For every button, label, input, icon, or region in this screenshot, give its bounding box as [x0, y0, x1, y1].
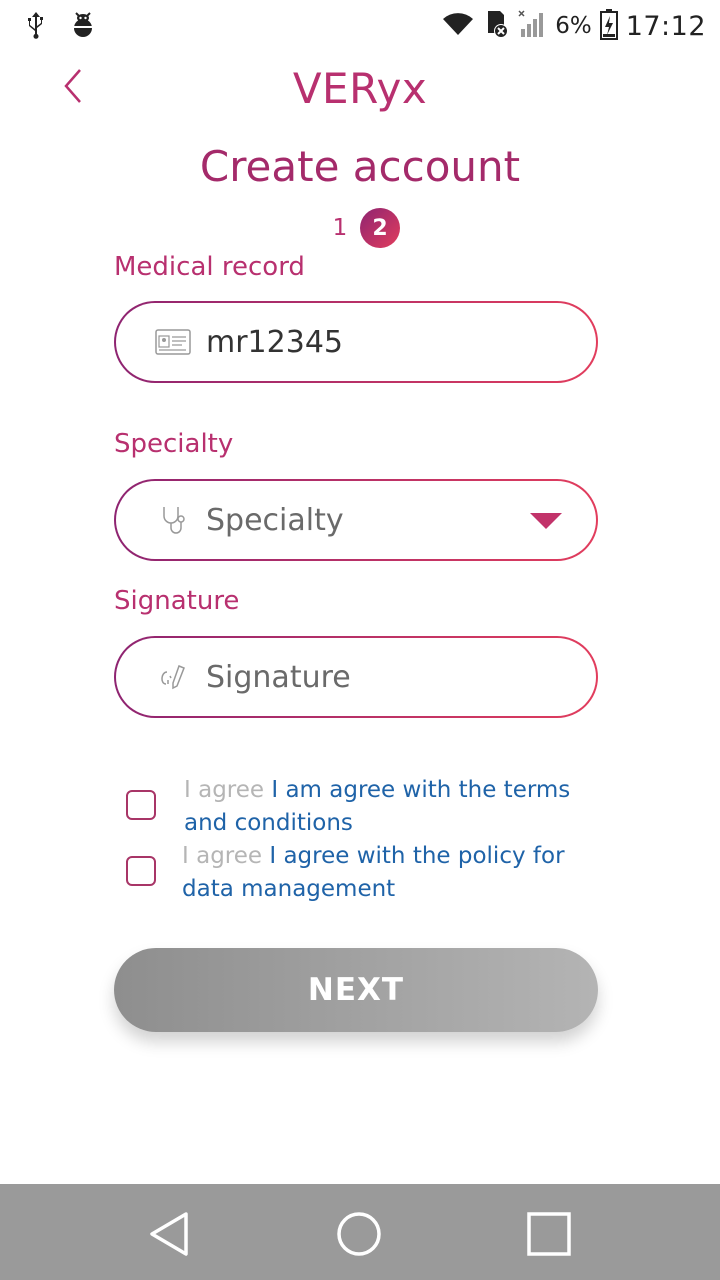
medical-record-value: mr12345: [206, 324, 343, 360]
signal-icon: [517, 9, 547, 43]
signature-field[interactable]: Signature: [114, 636, 598, 718]
id-card-icon: [154, 327, 192, 357]
wifi-icon: [441, 11, 475, 41]
specialty-label: Specialty: [114, 429, 234, 459]
battery-percent: 6%: [555, 13, 592, 39]
nav-back-button[interactable]: [142, 1206, 198, 1262]
data-policy-agreement-text: I agree I agree with the policy for data…: [182, 840, 602, 906]
app-title: VERyx: [292, 64, 428, 113]
navigation-bar: [0, 1184, 720, 1280]
terms-agreement-text: I agree I am agree with the terms and co…: [184, 774, 604, 840]
signature-pen-icon: [154, 662, 192, 692]
data-policy-prefix: I agree: [182, 843, 263, 869]
step-indicator: 1 2: [330, 208, 400, 248]
bug-icon: [70, 11, 96, 43]
specialty-placeholder: Specialty: [206, 502, 344, 538]
data-policy-checkbox[interactable]: [126, 856, 156, 886]
terms-prefix: I agree: [184, 777, 265, 803]
sd-card-icon: [483, 9, 509, 43]
terms-agreement-row: [126, 784, 156, 820]
medical-record-field[interactable]: mr12345: [114, 301, 598, 383]
nav-recents-icon: [521, 1212, 577, 1266]
page-title: Create account: [199, 142, 521, 191]
step-1: 1: [332, 215, 348, 241]
usb-icon: [24, 10, 48, 44]
specialty-dropdown[interactable]: Specialty: [114, 479, 598, 561]
step-2-active: 2: [360, 208, 400, 248]
stethoscope-icon: [154, 505, 192, 535]
data-policy-agreement-row: [126, 850, 156, 886]
signature-label: Signature: [114, 586, 240, 616]
medical-record-label: Medical record: [114, 252, 305, 282]
next-button[interactable]: NEXT: [114, 948, 598, 1032]
signature-placeholder: Signature: [206, 659, 351, 695]
battery-icon: [599, 8, 618, 44]
status-bar: 6% 17:12: [0, 0, 720, 50]
nav-recents-button[interactable]: [521, 1206, 577, 1262]
clock: 17:12: [625, 10, 706, 42]
terms-checkbox[interactable]: [126, 790, 156, 820]
nav-back-icon: [142, 1212, 198, 1266]
nav-home-icon: [331, 1212, 387, 1266]
nav-home-button[interactable]: [331, 1206, 387, 1262]
dropdown-arrow-icon[interactable]: [530, 513, 562, 529]
